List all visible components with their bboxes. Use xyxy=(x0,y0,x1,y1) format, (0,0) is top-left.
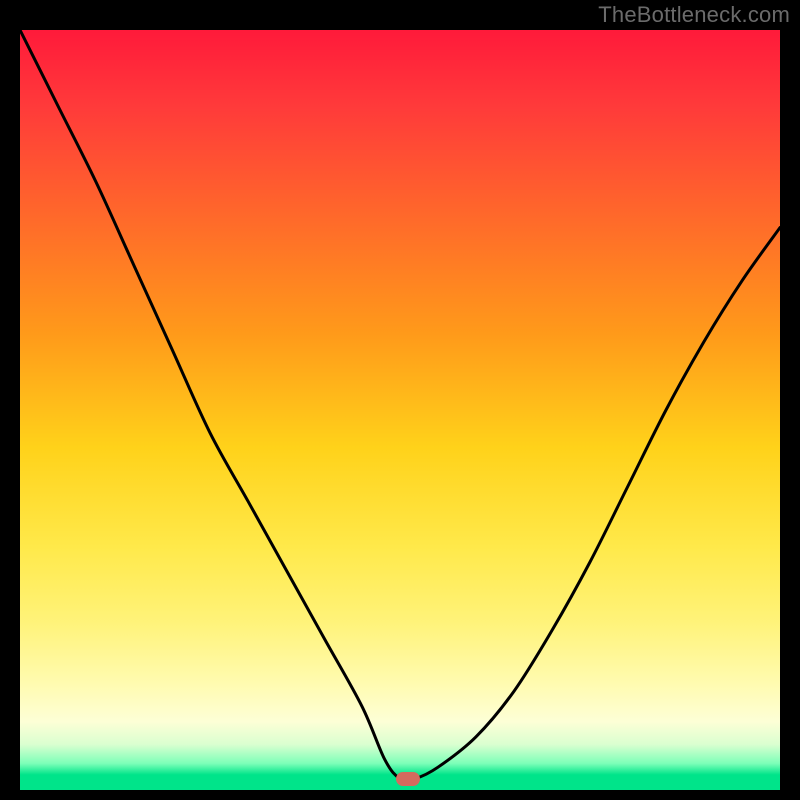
curve-svg xyxy=(20,30,780,790)
bottleneck-curve xyxy=(20,30,780,781)
optimum-marker xyxy=(396,772,420,786)
chart-frame: TheBottleneck.com xyxy=(0,0,800,800)
plot-area xyxy=(20,30,780,790)
watermark-text: TheBottleneck.com xyxy=(598,2,790,28)
